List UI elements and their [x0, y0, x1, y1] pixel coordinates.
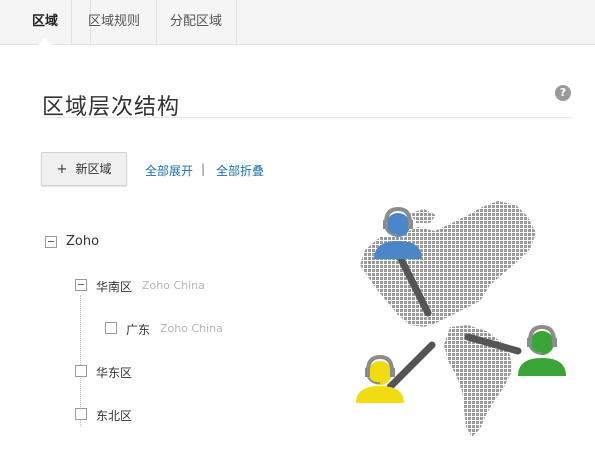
link-separator: |	[201, 162, 206, 176]
collapse-all-link[interactable]: 全部折叠	[216, 162, 264, 179]
minus-icon	[78, 284, 84, 285]
expand-all-link[interactable]: 全部展开	[145, 162, 193, 179]
agent-green-icon	[518, 324, 566, 376]
toggle-guangdong[interactable]	[105, 322, 117, 334]
collapse-toggle-zoho[interactable]	[45, 236, 57, 248]
node-owner-south-china: Zoho China	[142, 279, 205, 292]
title-divider	[42, 117, 572, 118]
new-region-button[interactable]: + 新区域	[41, 152, 127, 186]
node-owner-guangdong: Zoho China	[160, 322, 223, 335]
main-panel: 区域层次结构 ? + 新区域 全部展开 | 全部折叠 Zoho 华南区 Zoho …	[0, 45, 595, 467]
region-illustration	[356, 201, 566, 437]
toggle-east-china[interactable]	[75, 365, 87, 377]
toggle-northeast[interactable]	[75, 408, 87, 420]
tree-node-guangdong[interactable]: 广东	[126, 321, 150, 338]
tree-node-south-china[interactable]: 华南区	[96, 278, 132, 295]
tab-assign-regions[interactable]: 分配区域	[156, 0, 237, 44]
new-region-label: 新区域	[75, 162, 112, 176]
tab-region-rules[interactable]: 区域规则	[71, 0, 157, 44]
tree-node-east-china[interactable]: 华东区	[96, 364, 132, 381]
tab-bar: 区域 区域规则 分配区域	[0, 0, 595, 45]
help-icon[interactable]: ?	[555, 85, 571, 101]
active-tab-pointer	[38, 38, 52, 45]
tree-node-northeast[interactable]: 东北区	[96, 407, 132, 424]
tree-node-zoho[interactable]: Zoho	[66, 234, 99, 249]
minus-icon	[48, 241, 54, 242]
collapse-toggle-south[interactable]	[75, 279, 87, 291]
plus-icon: +	[56, 162, 68, 177]
